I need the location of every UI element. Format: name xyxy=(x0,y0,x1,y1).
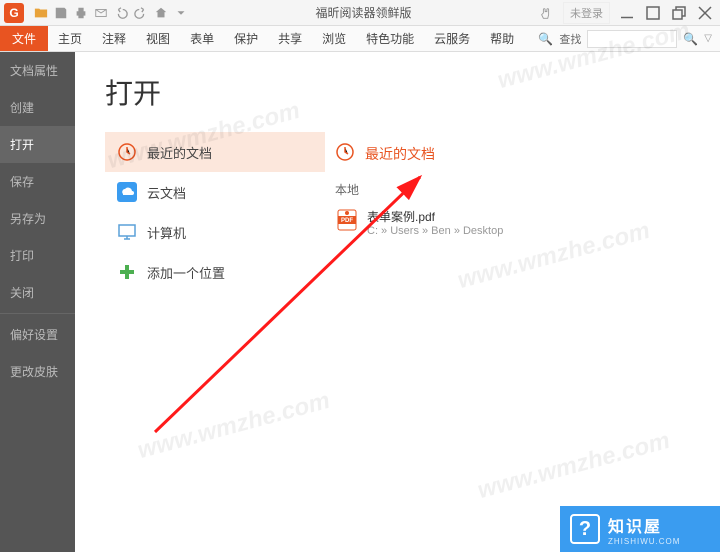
maximize-icon[interactable] xyxy=(644,5,662,21)
svg-text:PDF: PDF xyxy=(341,218,353,224)
pdf-icon: PDF xyxy=(335,208,359,232)
minimize-icon[interactable] xyxy=(618,5,636,21)
recent-file-item[interactable]: PDF 表单案例.pdf C: » Users » Ben » Desktop xyxy=(335,204,690,241)
clock-icon xyxy=(117,142,137,162)
tab-browse[interactable]: 浏览 xyxy=(312,26,356,51)
section-local-label: 本地 xyxy=(335,181,690,198)
quick-access-toolbar xyxy=(32,4,190,22)
sidebar-item-print[interactable]: 打印 xyxy=(0,237,75,274)
search-icon[interactable]: 🔍 xyxy=(538,32,553,46)
sidebar-item-skin[interactable]: 更改皮肤 xyxy=(0,353,75,390)
page-title: 打开 xyxy=(105,72,690,112)
redo-icon[interactable] xyxy=(132,4,150,22)
file-name: 表单案例.pdf xyxy=(367,208,503,225)
file-tab[interactable]: 文件 xyxy=(0,26,48,51)
sidebar-item-saveas[interactable]: 另存为 xyxy=(0,200,75,237)
tab-view[interactable]: 视图 xyxy=(136,26,180,51)
option-cloud[interactable]: 云文档 xyxy=(105,172,325,212)
clock-icon xyxy=(335,142,355,165)
tab-cloud[interactable]: 云服务 xyxy=(424,26,480,51)
title-bar: G 福昕阅读器领鲜版 未登录 xyxy=(0,0,720,26)
tab-form[interactable]: 表单 xyxy=(180,26,224,51)
option-cloud-label: 云文档 xyxy=(147,183,186,202)
search-label: 查找 xyxy=(559,31,581,47)
window-title: 福昕阅读器领鲜版 xyxy=(190,4,537,21)
login-button[interactable]: 未登录 xyxy=(563,2,610,24)
undo-icon[interactable] xyxy=(112,4,130,22)
option-add-place[interactable]: 添加一个位置 xyxy=(105,252,325,292)
brand-sub: ZHISHIWU.COM xyxy=(608,537,680,546)
sidebar-item-properties[interactable]: 文档属性 xyxy=(0,52,75,89)
hand-icon[interactable] xyxy=(537,4,555,22)
restore-icon[interactable] xyxy=(670,5,688,21)
save-icon[interactable] xyxy=(52,4,70,22)
close-icon[interactable] xyxy=(696,5,714,21)
search-input[interactable] xyxy=(587,30,677,48)
sidebar-item-preferences[interactable]: 偏好设置 xyxy=(0,316,75,353)
app-icon: G xyxy=(4,3,24,23)
tab-protect[interactable]: 保护 xyxy=(224,26,268,51)
sidebar-item-save[interactable]: 保存 xyxy=(0,163,75,200)
tab-features[interactable]: 特色功能 xyxy=(356,26,424,51)
sidebar-item-close[interactable]: 关闭 xyxy=(0,274,75,311)
tab-help[interactable]: 帮助 xyxy=(480,26,524,51)
sidebar-item-open[interactable]: 打开 xyxy=(0,126,75,163)
print-icon[interactable] xyxy=(72,4,90,22)
recent-header: 最近的文档 xyxy=(335,132,690,175)
tab-comment[interactable]: 注释 xyxy=(92,26,136,51)
option-recent[interactable]: 最近的文档 xyxy=(105,132,325,172)
ribbon-tabs: 文件 主页 注释 视图 表单 保护 共享 浏览 特色功能 云服务 帮助 🔍 查找… xyxy=(0,26,720,52)
sidebar-separator xyxy=(0,313,75,314)
option-recent-label: 最近的文档 xyxy=(147,143,212,162)
plus-icon xyxy=(117,262,137,282)
watermark: www.wmzhe.com xyxy=(135,387,333,465)
open-icon[interactable] xyxy=(32,4,50,22)
tab-home[interactable]: 主页 xyxy=(48,26,92,51)
watermark: www.wmzhe.com xyxy=(475,427,673,505)
brand-main: 知识屋 xyxy=(608,513,680,537)
option-add-label: 添加一个位置 xyxy=(147,263,225,282)
backstage-content: 打开 最近的文档 云文档 计算机 添加一个位置 xyxy=(75,52,720,552)
mail-icon[interactable] xyxy=(92,4,110,22)
main-area: 文档属性 创建 打开 保存 另存为 打印 关闭 偏好设置 更改皮肤 打开 最近的… xyxy=(0,52,720,552)
brand-icon: ? xyxy=(570,514,600,544)
dropdown-icon[interactable] xyxy=(172,4,190,22)
backstage-sidebar: 文档属性 创建 打开 保存 另存为 打印 关闭 偏好设置 更改皮肤 xyxy=(0,52,75,552)
file-path: C: » Users » Ben » Desktop xyxy=(367,225,503,237)
option-computer-label: 计算机 xyxy=(147,223,186,242)
home-icon[interactable] xyxy=(152,4,170,22)
computer-icon xyxy=(117,222,137,242)
recent-header-label: 最近的文档 xyxy=(365,144,435,164)
tab-share[interactable]: 共享 xyxy=(268,26,312,51)
sidebar-item-create[interactable]: 创建 xyxy=(0,89,75,126)
option-computer[interactable]: 计算机 xyxy=(105,212,325,252)
brand-badge: ? 知识屋 ZHISHIWU.COM xyxy=(560,506,720,552)
open-options: 最近的文档 云文档 计算机 添加一个位置 xyxy=(105,132,325,292)
expand-icon[interactable]: ▽ xyxy=(704,33,712,44)
recent-panel: 最近的文档 本地 PDF 表单案例.pdf C: » Users » Ben »… xyxy=(335,132,690,292)
search-go-icon[interactable]: 🔍 xyxy=(683,32,698,46)
cloud-icon xyxy=(117,182,137,202)
file-info: 表单案例.pdf C: » Users » Ben » Desktop xyxy=(367,208,503,237)
